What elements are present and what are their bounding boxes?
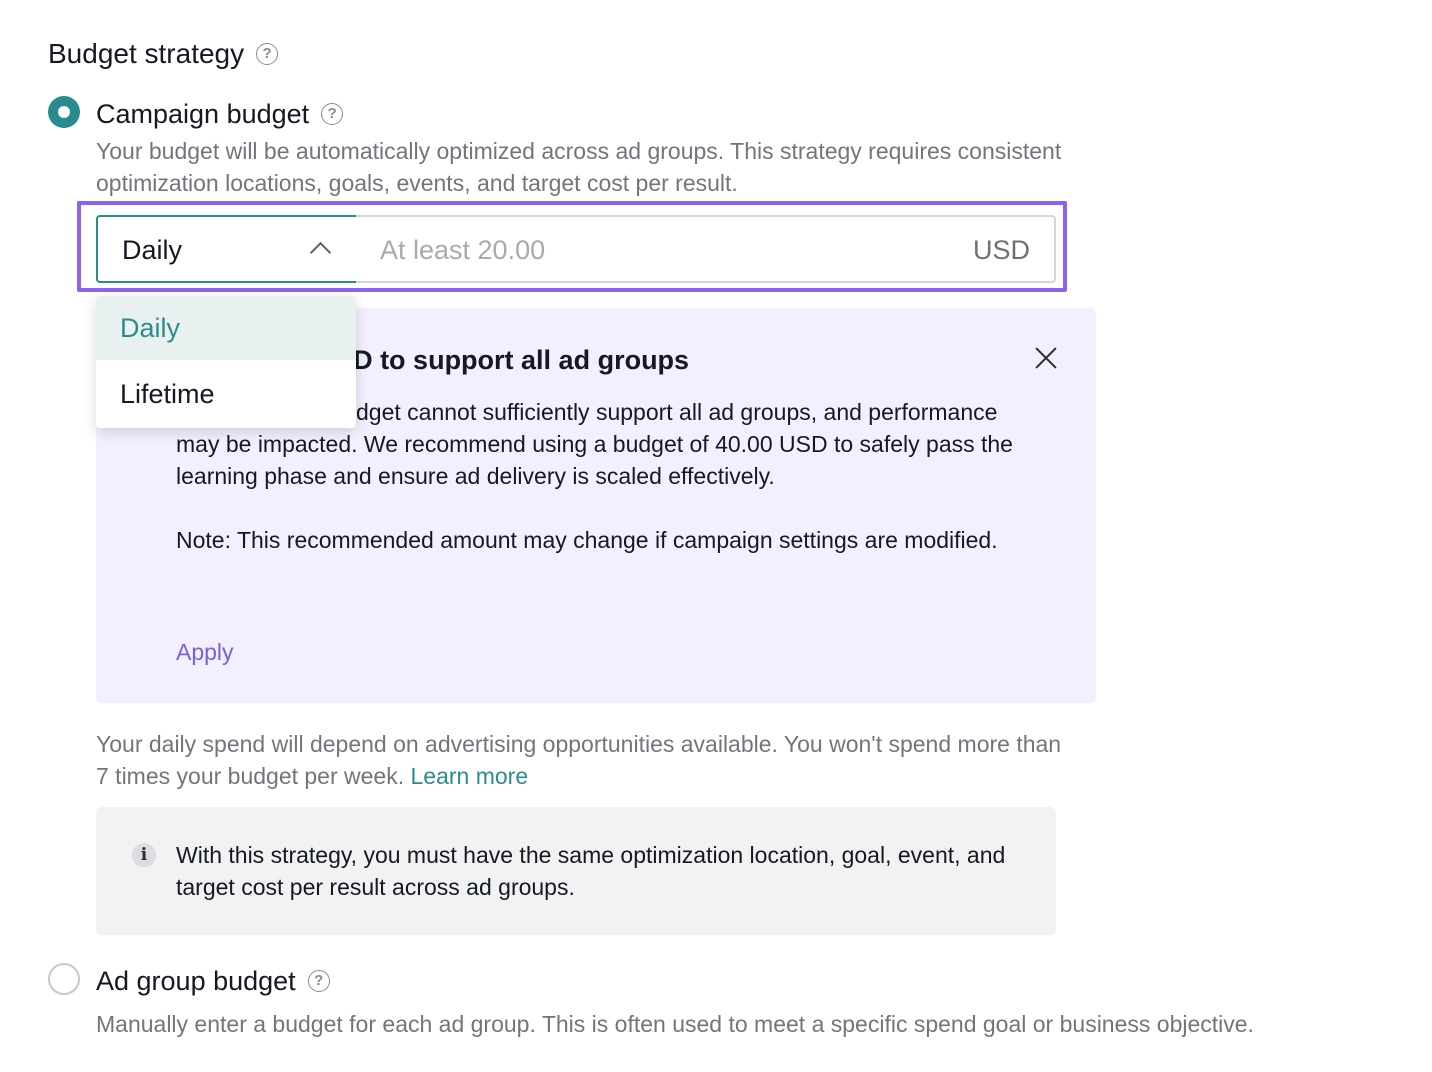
currency-label: USD — [972, 235, 1030, 265]
campaign-budget-label: Campaign budget — [96, 99, 310, 129]
chevron-up-icon — [309, 241, 332, 264]
strategy-info-text: With this strategy, you must have the sa… — [176, 842, 1006, 900]
ad-group-budget-description: Manually enter a budget for each ad grou… — [96, 1011, 1254, 1037]
budget-type-dropdown: Daily Lifetime — [96, 296, 356, 428]
info-icon: i — [132, 843, 156, 867]
ad-group-budget-radio[interactable] — [48, 963, 80, 995]
campaign-budget-description: Your budget will be automatically optimi… — [96, 138, 1062, 196]
learn-more-link[interactable]: Learn more — [411, 763, 529, 789]
campaign-budget-option[interactable]: Campaign budget ? — [96, 97, 344, 131]
help-icon[interactable]: ? — [321, 103, 344, 125]
ad-group-budget-label: Ad group budget — [96, 966, 296, 996]
ad-group-budget-option[interactable]: Ad group budget ? — [96, 964, 330, 998]
dropdown-option-lifetime[interactable]: Lifetime — [96, 362, 356, 426]
spend-note: Your daily spend will depend on advertis… — [96, 728, 1076, 792]
budget-type-select[interactable]: Daily — [96, 215, 358, 283]
dropdown-option-daily[interactable]: Daily — [96, 296, 356, 360]
budget-amount-input[interactable] — [380, 231, 900, 269]
campaign-budget-radio[interactable] — [48, 96, 80, 128]
strategy-info-box: i With this strategy, you must have the … — [96, 807, 1056, 935]
spend-note-text: Your daily spend will depend on advertis… — [96, 731, 1062, 789]
budget-type-value: Daily — [122, 235, 183, 265]
notice-note: Note: This recommended amount may change… — [176, 527, 998, 553]
close-icon[interactable] — [1032, 344, 1060, 372]
budget-strategy-heading: Budget strategy ? — [48, 36, 279, 72]
help-icon[interactable]: ? — [307, 970, 330, 992]
help-icon[interactable]: ? — [256, 43, 279, 65]
budget-strategy-title: Budget strategy — [48, 38, 245, 69]
apply-link[interactable]: Apply — [176, 636, 234, 668]
budget-amount-field[interactable]: USD — [356, 215, 1056, 283]
